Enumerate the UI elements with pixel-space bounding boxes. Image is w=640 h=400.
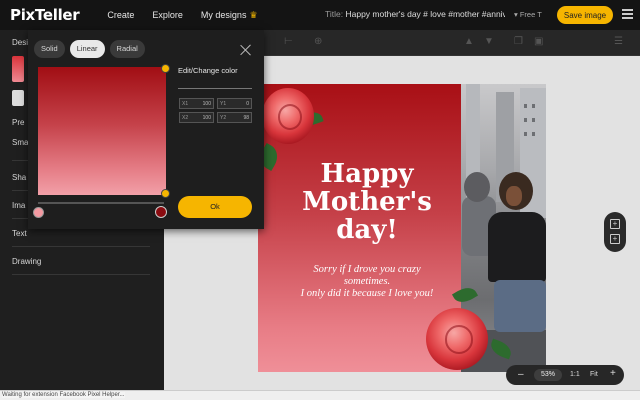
nav-explore[interactable]: Explore [152, 10, 183, 20]
gradient-start-handle[interactable] [161, 64, 170, 73]
subtext-block[interactable]: Sorry if I drove you crazy sometimes. I … [268, 264, 466, 300]
photo-window [524, 132, 527, 136]
nav-create[interactable]: Create [107, 10, 134, 20]
gradient-stop-track[interactable] [38, 202, 164, 204]
nav-my-designs[interactable]: My designs ♛ [201, 10, 258, 21]
layer-up-icon[interactable]: ▲ [464, 36, 474, 47]
gradient-stop-dark[interactable] [155, 206, 167, 218]
zoom-glyph-icon[interactable]: ⊕ [314, 36, 322, 47]
sidebar-item-smart[interactable]: Sma [12, 138, 28, 147]
y1-value: 0 [246, 101, 249, 107]
tab-radial[interactable]: Radial [109, 40, 145, 58]
edit-divider [178, 88, 252, 89]
y2-field[interactable]: Y2 98 [217, 112, 252, 123]
design-canvas[interactable]: Happy Mother's day! Sorry if I drove you… [258, 84, 546, 372]
align-icon[interactable]: ⊢ [284, 36, 293, 47]
sidebar-item-drawing[interactable]: Drawing [12, 257, 41, 266]
secondary-swatch[interactable] [12, 90, 24, 106]
y1-field[interactable]: Y1 0 [217, 98, 252, 109]
x1-key: X1 [182, 101, 189, 107]
photo-jeans [494, 280, 546, 332]
ok-button[interactable]: Ok [178, 196, 252, 218]
y2-value: 98 [243, 115, 249, 121]
sidebar-item-presets[interactable]: Pre [12, 118, 24, 127]
photo-child-head [464, 172, 490, 202]
canvas-actions: + + [604, 212, 626, 252]
delete-icon[interactable]: ▣ [534, 36, 543, 47]
subtext-line: sometimes. [343, 276, 391, 287]
save-image-button[interactable]: Save image [557, 6, 613, 24]
y1-key: Y1 [220, 101, 227, 107]
sidebar-divider [12, 246, 150, 247]
pixteller-logo[interactable]: PixTeller [10, 6, 80, 24]
sidebar-item-shapes[interactable]: Sha [12, 173, 26, 182]
plan-dropdown[interactable]: ▾ Free T [514, 10, 542, 19]
sidebar-divider [12, 274, 150, 275]
sidebar-item-text[interactable]: Text [12, 229, 27, 238]
photo-window [532, 118, 535, 122]
x2-key: X2 [182, 115, 189, 121]
status-text: Waiting for extension Facebook Pixel Hel… [2, 392, 125, 398]
crown-icon: ♛ [249, 9, 258, 20]
photo-window [532, 104, 535, 108]
headline-text[interactable]: Happy Mother's day! [278, 160, 456, 244]
x2-field[interactable]: X2 100 [179, 112, 214, 123]
title-value: Happy mother's day # love #mother #anniv… [345, 9, 505, 19]
nav-my-designs-label: My designs [200, 10, 247, 20]
gradient-stop-light[interactable] [33, 207, 44, 218]
gradient-preview[interactable] [38, 67, 166, 195]
photo-window [524, 118, 527, 122]
x1-field[interactable]: X1 100 [179, 98, 214, 109]
photo-mother-face [506, 186, 522, 206]
hamburger-menu-icon[interactable] [622, 9, 633, 20]
zoom-out-button[interactable]: – [518, 369, 524, 380]
close-icon[interactable] [240, 44, 252, 56]
zoom-level[interactable]: 53% [534, 369, 562, 381]
title-label: Title: [325, 9, 344, 19]
zoom-in-button[interactable]: + [610, 368, 616, 379]
sidebar-item-images[interactable]: Ima [12, 201, 25, 210]
edit-color-label: Edit/Change color [178, 66, 238, 75]
photo-window [524, 104, 527, 108]
color-picker-popup: Solid Linear Radial Edit/Change color X1… [28, 30, 264, 229]
rose-bottom-right[interactable] [426, 308, 488, 370]
subtext-line: Sorry if I drove you crazy [313, 264, 421, 275]
x2-value: 100 [202, 115, 211, 121]
duplicate-page-icon[interactable]: + [610, 234, 620, 244]
zoom-fit-button[interactable]: Fit [590, 371, 598, 378]
subtext-line: I only did it because I love you! [300, 288, 434, 299]
tab-linear[interactable]: Linear [69, 40, 105, 58]
gradient-mode-tabs: Solid Linear Radial [34, 40, 145, 58]
gradient-end-handle[interactable] [161, 189, 170, 198]
duplicate-icon[interactable]: ❐ [514, 36, 523, 47]
photo-window [532, 132, 535, 136]
design-title[interactable]: Title: Happy mother's day # love #mother… [325, 9, 505, 19]
y2-key: Y2 [220, 115, 227, 121]
zoom-actual-size-button[interactable]: 1:1 [570, 371, 580, 378]
more-icon[interactable]: ☰ [614, 36, 623, 47]
top-bar: PixTeller Create Explore My designs ♛ Ti… [0, 0, 640, 30]
add-page-icon[interactable]: + [610, 219, 620, 229]
x1-value: 100 [202, 101, 211, 107]
rose-top-left[interactable] [262, 88, 314, 144]
zoom-bar: – 53% 1:1 Fit + [506, 365, 624, 385]
browser-status-bar: Waiting for extension Facebook Pixel Hel… [0, 390, 640, 400]
sidebar-item-design[interactable]: Desi [12, 38, 28, 47]
tab-solid[interactable]: Solid [34, 40, 65, 58]
photo-mother [488, 212, 546, 282]
layer-down-icon[interactable]: ▼ [484, 36, 494, 47]
background-color-swatch[interactable] [12, 56, 24, 82]
